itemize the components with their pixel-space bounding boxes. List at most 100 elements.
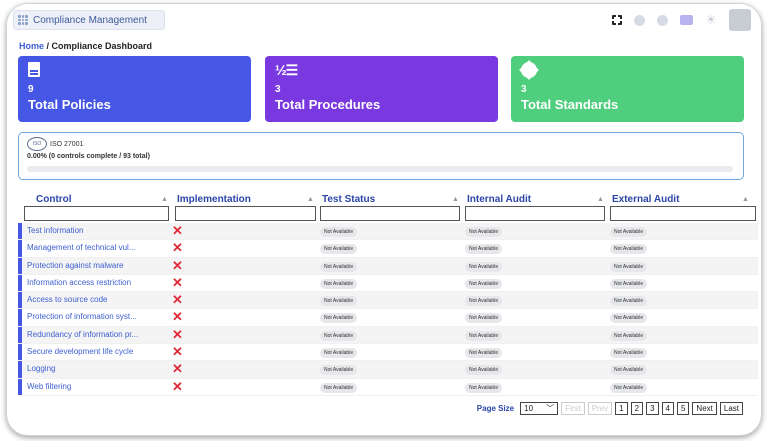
external-audit-badge: Not Available bbox=[610, 227, 648, 237]
app-grid-icon bbox=[18, 15, 28, 25]
control-link[interactable]: Protection against malware bbox=[27, 261, 169, 270]
column-header-external-audit[interactable]: External Audit bbox=[612, 194, 679, 205]
control-link[interactable]: Management of technical vul... bbox=[27, 243, 169, 252]
first-page-button[interactable]: First bbox=[561, 402, 585, 415]
internal-audit-badge: Not Available bbox=[465, 261, 503, 272]
control-link[interactable]: Secure development life cycle bbox=[27, 347, 169, 356]
column-header-implementation[interactable]: Implementation bbox=[177, 194, 251, 205]
sort-icon[interactable]: ▲ bbox=[742, 196, 749, 203]
notification-icon[interactable] bbox=[657, 14, 668, 26]
not-implemented-icon: ✕ bbox=[172, 257, 183, 273]
card-label: Total Standards bbox=[521, 97, 619, 112]
table-row[interactable]: Logging ✕ Not Available Not Available Not Av… bbox=[18, 361, 758, 379]
row-accent bbox=[18, 223, 22, 240]
control-link[interactable]: Logging bbox=[27, 364, 169, 373]
avatar[interactable] bbox=[729, 9, 751, 31]
fullscreen-icon[interactable] bbox=[611, 14, 623, 26]
row-accent bbox=[18, 309, 22, 326]
column-header-control[interactable]: Control bbox=[36, 194, 72, 205]
table-row[interactable]: Management of technical vul... ✕ Not Avail… bbox=[18, 240, 758, 258]
column-header-internal-audit[interactable]: Internal Audit bbox=[467, 194, 531, 205]
filter-input-internal-audit[interactable] bbox=[465, 206, 605, 221]
eye-icon[interactable] bbox=[634, 14, 645, 26]
table-row[interactable]: Protection against malware ✕ Not Available… bbox=[18, 257, 758, 275]
page-button-5[interactable]: 5 bbox=[676, 402, 690, 415]
last-page-button[interactable]: Last bbox=[719, 402, 743, 415]
sort-icon[interactable]: ▲ bbox=[452, 196, 459, 203]
pagination: Page Size 10 ﹀ First Prev 1 2 3 4 5 Next … bbox=[477, 402, 743, 415]
sort-icon[interactable]: ▲ bbox=[307, 196, 314, 203]
control-link[interactable]: Web filtering bbox=[27, 382, 169, 391]
page-button-2[interactable]: 2 bbox=[630, 402, 644, 415]
not-implemented-icon: ✕ bbox=[172, 326, 183, 342]
card-total-standards[interactable]: 3 Total Standards bbox=[511, 56, 744, 122]
external-audit-badge: Not Available bbox=[610, 365, 648, 376]
control-link[interactable]: Information access restriction bbox=[27, 278, 169, 287]
sort-icon[interactable]: ▲ bbox=[597, 196, 604, 203]
prev-page-button[interactable]: Prev bbox=[587, 402, 613, 415]
not-implemented-icon: ✕ bbox=[172, 240, 183, 256]
external-audit-badge: Not Available bbox=[610, 261, 648, 272]
row-accent bbox=[18, 326, 22, 344]
table-row[interactable]: Secure development life cycle ✕ Not Availa… bbox=[18, 344, 758, 362]
row-accent bbox=[18, 378, 22, 395]
internal-audit-badge: Not Available bbox=[465, 348, 503, 359]
row-accent bbox=[18, 361, 22, 378]
control-link[interactable]: Access to source code bbox=[27, 295, 169, 304]
next-page-button[interactable]: Next bbox=[692, 402, 717, 415]
iso-progress-bar bbox=[27, 166, 733, 172]
table-header: Control ▲ Implementation ▲ Test Status ▲… bbox=[18, 190, 758, 222]
internal-audit-badge: Not Available bbox=[465, 244, 503, 255]
internal-audit-badge: Not Available bbox=[465, 313, 503, 324]
row-accent bbox=[18, 240, 22, 257]
row-accent bbox=[18, 344, 22, 361]
sort-icon[interactable]: ▲ bbox=[161, 196, 168, 203]
table-row[interactable]: Test information ✕ Not Available Not Availa… bbox=[18, 223, 758, 241]
test-status-badge: Not Available bbox=[320, 365, 358, 376]
filter-input-test-status[interactable] bbox=[320, 206, 460, 221]
page-size-select[interactable]: 10 ﹀ bbox=[520, 402, 559, 415]
table-row[interactable]: Information access restriction ✕ Not Avail… bbox=[18, 274, 758, 293]
ordered-list-icon: ½☰ bbox=[275, 62, 298, 78]
card-total-policies[interactable]: 9 Total Policies bbox=[18, 56, 251, 122]
row-accent bbox=[18, 292, 22, 309]
page-button-3[interactable]: 3 bbox=[646, 402, 659, 415]
test-status-badge: Not Available bbox=[320, 348, 358, 359]
filter-input-external-audit[interactable] bbox=[610, 206, 756, 221]
app-tab-label: Compliance Management bbox=[33, 14, 147, 26]
test-status-badge: Not Available bbox=[320, 278, 358, 289]
card-count: 3 bbox=[521, 84, 527, 95]
filter-input-control[interactable] bbox=[24, 206, 169, 221]
app-window: Compliance Management ☀ Home / Complianc… bbox=[6, 3, 762, 436]
breadcrumb-home[interactable]: Home bbox=[19, 41, 44, 51]
not-implemented-icon: ✕ bbox=[172, 344, 183, 360]
control-link[interactable]: Test information bbox=[27, 226, 169, 235]
not-implemented-icon: ✕ bbox=[172, 361, 183, 377]
table-row[interactable]: Web filtering ✕ Not Available Not Available… bbox=[18, 378, 758, 396]
internal-audit-badge: Not Available bbox=[465, 365, 503, 376]
card-total-procedures[interactable]: ½☰ 3 Total Procedures bbox=[265, 56, 498, 122]
chat-icon[interactable] bbox=[680, 15, 693, 25]
table-row[interactable]: Protection of information syst... ✕ Not Av… bbox=[18, 309, 758, 327]
theme-icon[interactable]: ☀ bbox=[705, 13, 717, 26]
table-body: Test information ✕ Not Available Not Availa… bbox=[18, 223, 758, 396]
control-link[interactable]: Protection of information syst... bbox=[27, 312, 169, 321]
app-tab[interactable]: Compliance Management bbox=[13, 10, 165, 30]
card-label: Total Procedures bbox=[275, 97, 381, 112]
page-button-4[interactable]: 4 bbox=[661, 402, 674, 415]
filter-input-implementation[interactable] bbox=[175, 206, 316, 221]
internal-audit-badge: Not Available bbox=[465, 382, 503, 393]
page-button-1[interactable]: 1 bbox=[615, 402, 628, 415]
certificate-icon bbox=[521, 62, 537, 78]
control-link[interactable]: Redundancy of information pr... bbox=[27, 330, 169, 339]
external-audit-badge: Not Available bbox=[610, 313, 648, 324]
page-size-label: Page Size bbox=[476, 404, 515, 413]
page-size-value: 10 bbox=[524, 404, 534, 413]
internal-audit-badge: Not Available bbox=[465, 296, 503, 307]
table-row[interactable]: Redundancy of information pr... ✕ Not Avai… bbox=[18, 326, 758, 345]
column-header-test-status[interactable]: Test Status bbox=[322, 194, 375, 205]
iso-progress-text: 0.00% (0 controls complete / 93 total) bbox=[27, 153, 150, 160]
iso-progress-panel[interactable]: ISO ISO 27001 0.00% (0 controls complete… bbox=[18, 132, 744, 180]
not-implemented-icon: ✕ bbox=[172, 309, 183, 325]
table-row[interactable]: Access to source code ✕ Not Available Not A… bbox=[18, 292, 758, 310]
